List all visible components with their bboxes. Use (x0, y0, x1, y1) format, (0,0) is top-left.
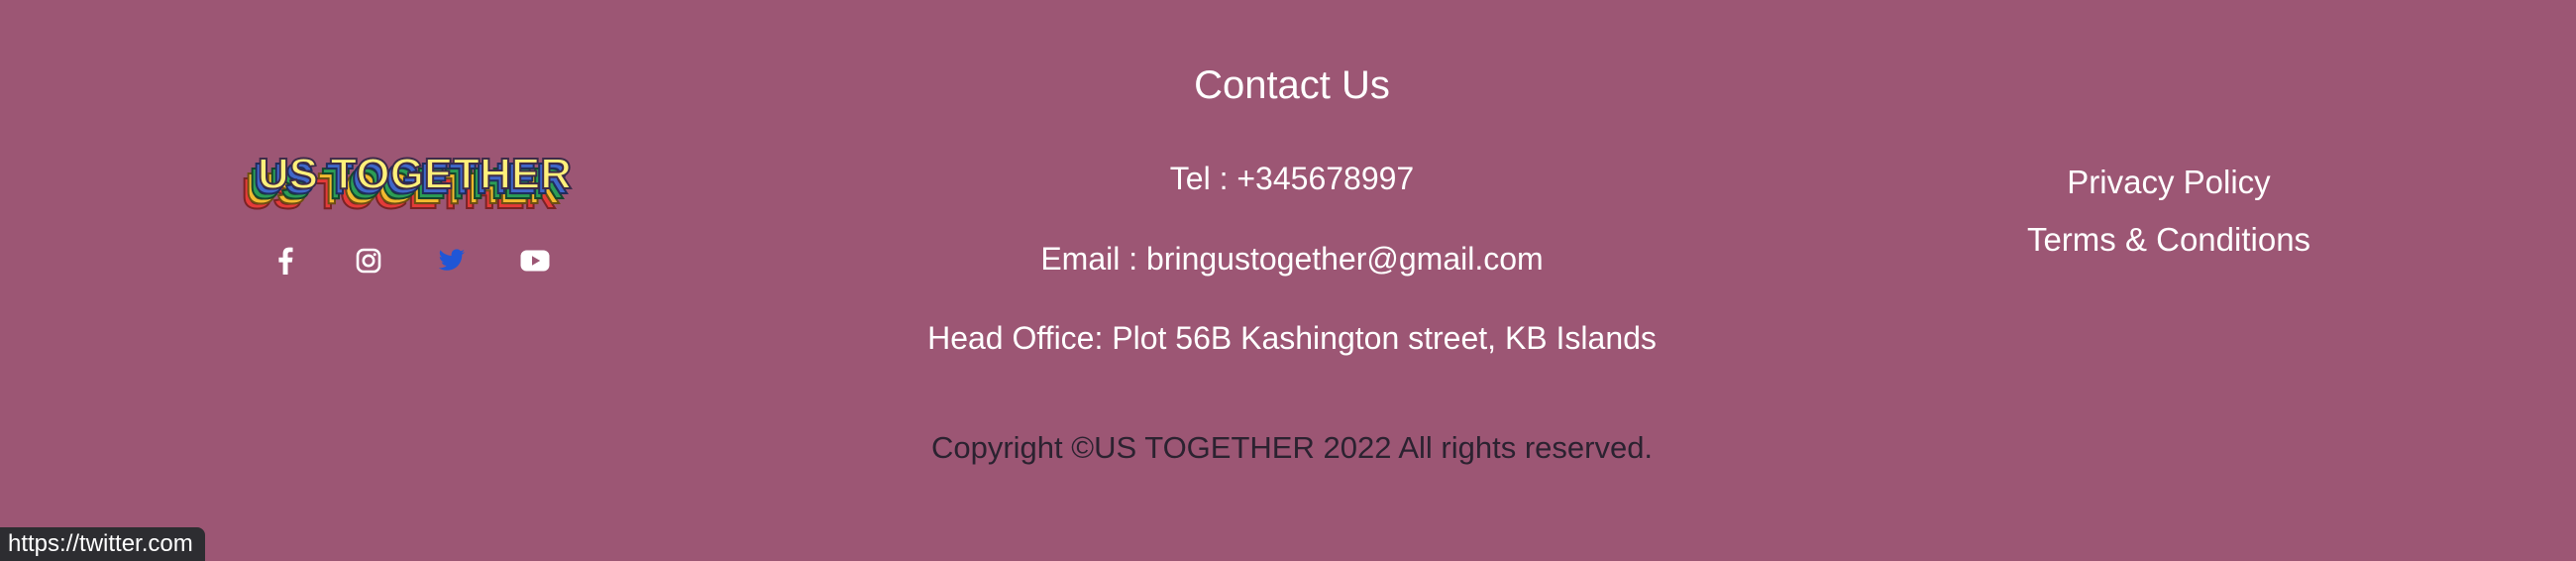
terms-conditions-link[interactable]: Terms & Conditions (1986, 211, 2352, 269)
contact-address: Head Office: Plot 56B Kashington street,… (927, 320, 1657, 356)
copyright-text: Copyright ©US TOGETHER 2022 All rights r… (930, 430, 1654, 465)
contact-title: Contact Us (1194, 63, 1390, 107)
footer: US TOGETHER US TOGETHER US TOGETHER US T… (0, 0, 2576, 561)
privacy-policy-link[interactable]: Privacy Policy (1986, 154, 2352, 211)
status-bar-url: https://twitter.com (0, 527, 205, 561)
footer-links: Privacy Policy Terms & Conditions (1986, 154, 2352, 269)
